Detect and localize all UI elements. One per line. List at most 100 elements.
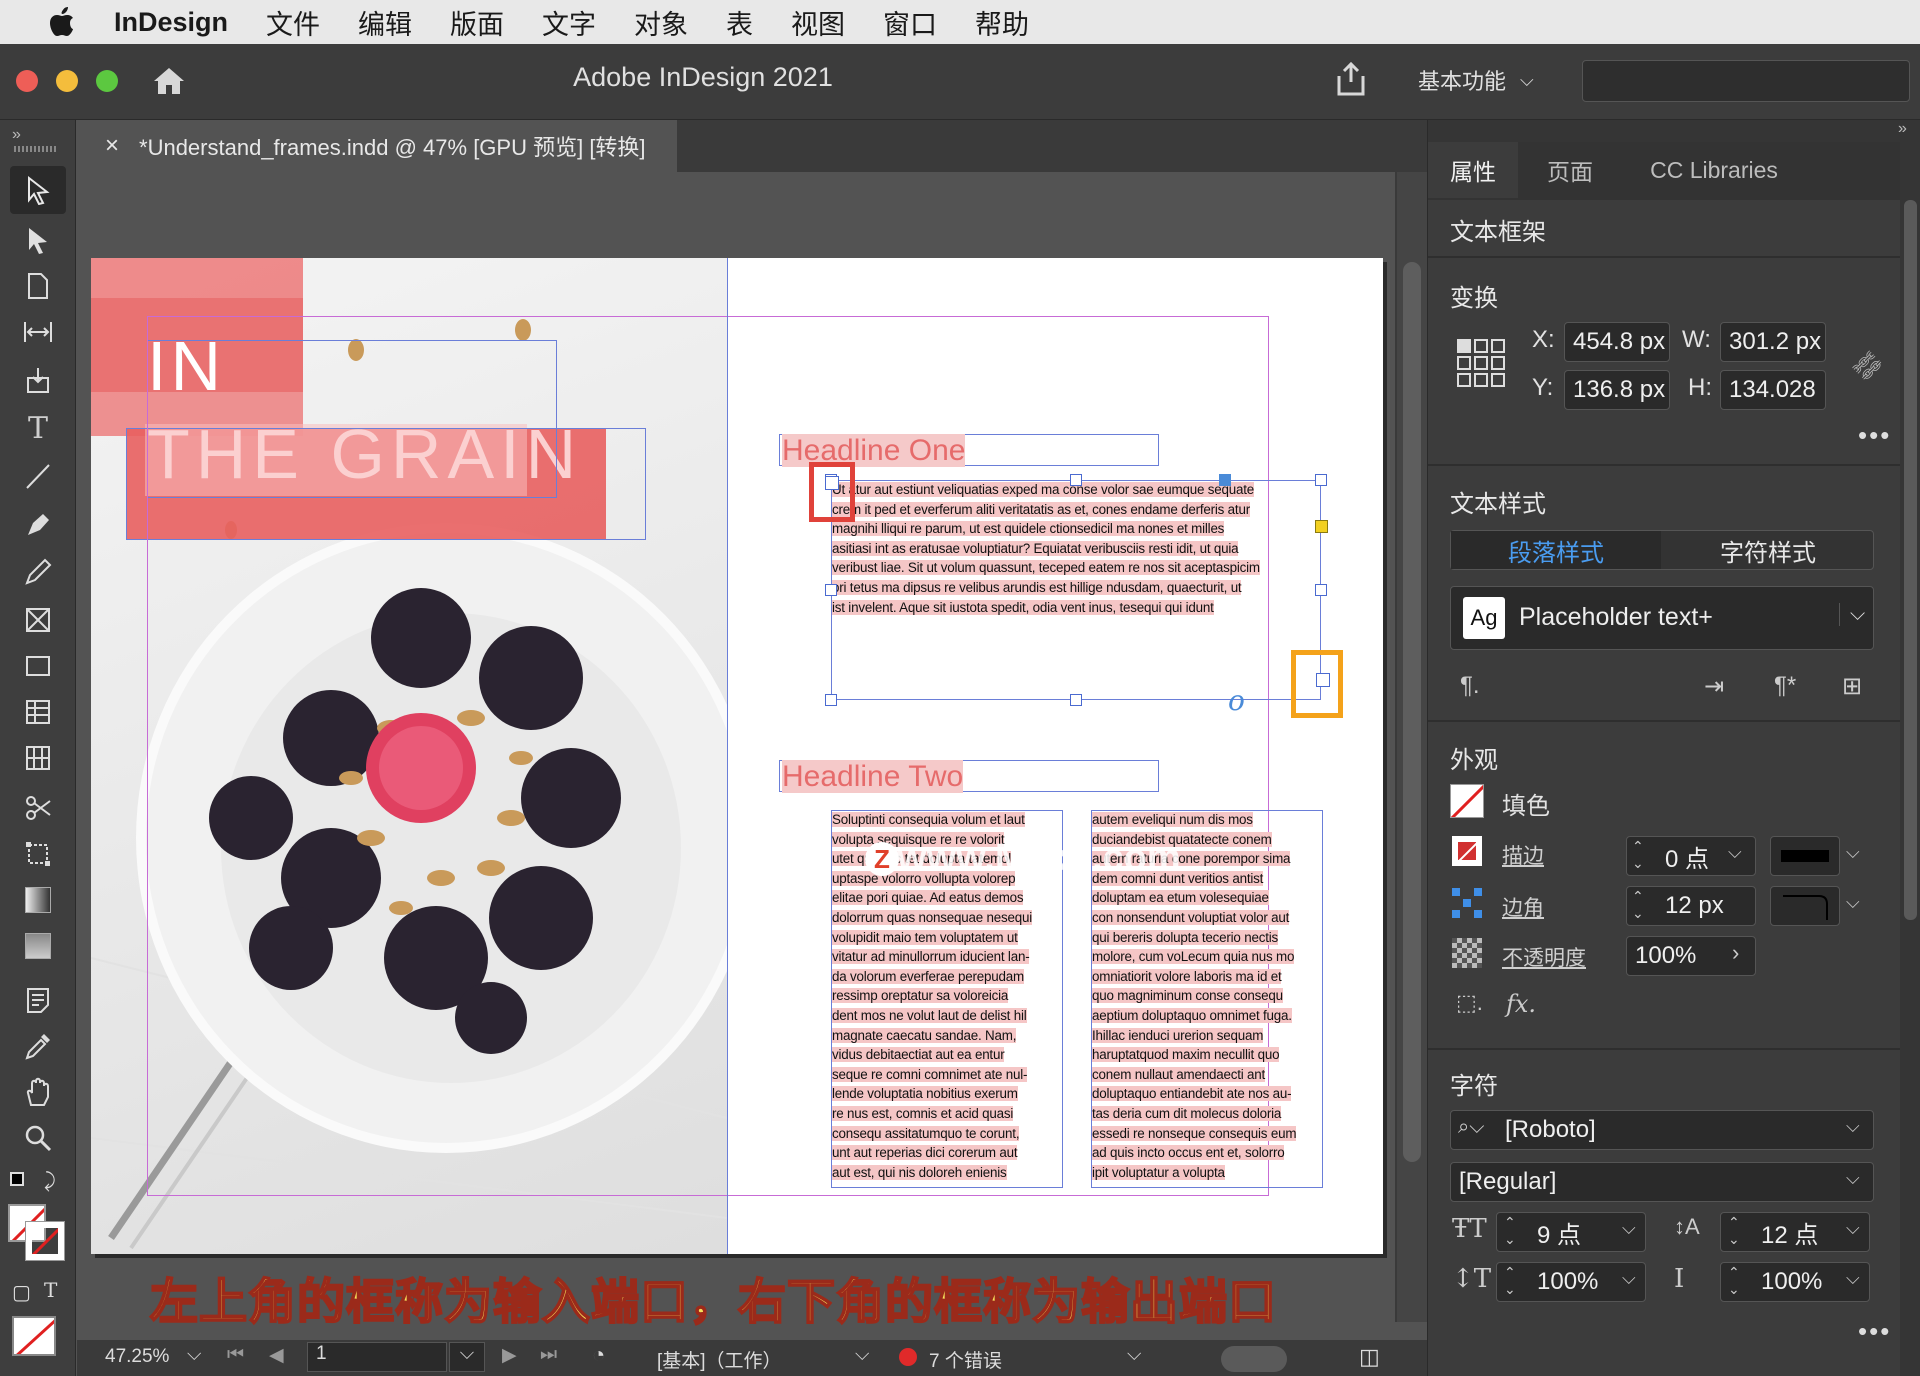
opacity-label[interactable]: 不透明度 xyxy=(1502,942,1586,972)
text-wrap-icon[interactable]: ⬚. xyxy=(1456,990,1483,1016)
pencil-tool-icon[interactable] xyxy=(18,552,58,592)
first-page-icon[interactable]: ⏮ xyxy=(227,1344,244,1366)
chevron-down-icon[interactable]: ⌵ xyxy=(187,1344,201,1366)
free-transform-tool-icon[interactable] xyxy=(18,834,58,874)
constrain-proportions-icon[interactable]: ⛓ xyxy=(1846,345,1888,387)
font-style-dropdown[interactable]: [Regular] xyxy=(1450,1162,1874,1202)
fill-none-icon[interactable] xyxy=(1450,784,1484,818)
effects-icon[interactable]: fx. xyxy=(1506,990,1536,1018)
hand-tool-icon[interactable] xyxy=(18,1072,58,1112)
chevron-down-icon[interactable]: ⌵ xyxy=(1846,1168,1860,1189)
menu-table[interactable]: 表 xyxy=(726,3,753,42)
stepper-icon[interactable]: ⌃ ⌄ xyxy=(1632,838,1644,872)
stepper-icon[interactable]: ⌃ ⌄ xyxy=(1632,888,1644,922)
clear-overrides-icon[interactable]: ¶* xyxy=(1774,672,1796,700)
pen-tool-icon[interactable] xyxy=(18,504,58,544)
chevron-down-icon[interactable]: ⌵ xyxy=(1846,892,1860,913)
chevron-down-icon[interactable]: ⌵ xyxy=(1846,1268,1860,1289)
page-dropdown[interactable]: ⌵ xyxy=(449,1342,485,1372)
x-position-field[interactable]: 454.8 px xyxy=(1564,322,1670,362)
frame-handle[interactable] xyxy=(825,694,837,706)
tab-pages[interactable]: 页面 xyxy=(1520,142,1620,198)
chevron-down-icon[interactable]: ⌵ xyxy=(1846,1218,1860,1239)
stepper-icon[interactable]: ⌃ ⌄ xyxy=(1504,1214,1516,1248)
menu-type[interactable]: 文字 xyxy=(542,3,596,42)
body-text-main[interactable]: Ut atur aut estiunt veliquatias exped ma… xyxy=(832,480,1322,617)
gap-tool-icon[interactable] xyxy=(18,312,58,352)
frame-handle[interactable] xyxy=(1315,584,1327,596)
swap-fill-stroke-icon[interactable]: ⤸ xyxy=(44,1170,56,1193)
chevron-down-icon[interactable]: ⌵ xyxy=(1846,842,1860,863)
corner-shape-dropdown[interactable] xyxy=(1770,886,1840,926)
note-tool-icon[interactable] xyxy=(18,980,58,1020)
chevron-down-icon[interactable]: ⌵ xyxy=(855,1344,869,1366)
corner-label[interactable]: 边角 xyxy=(1502,892,1544,922)
direct-selection-tool-icon[interactable] xyxy=(18,220,58,260)
preflight-profile[interactable]: [基本]（工作） xyxy=(657,1346,782,1373)
y-position-field[interactable]: 136.8 px xyxy=(1564,370,1670,410)
type-tool-icon[interactable]: T xyxy=(18,408,58,448)
reference-point-icon[interactable] xyxy=(1456,338,1506,388)
menu-help[interactable]: 帮助 xyxy=(975,3,1029,42)
stroke-type-dropdown[interactable] xyxy=(1770,836,1840,876)
close-tab-icon[interactable]: × xyxy=(105,132,119,160)
anchored-object-icon[interactable]: o xyxy=(1228,684,1245,717)
document-spread[interactable]: IN THE GRAIN Headline One Ut atur aut es… xyxy=(91,258,1383,1254)
chevron-down-icon[interactable]: ⌵ xyxy=(1622,1218,1636,1239)
more-options-icon[interactable]: ••• xyxy=(1858,420,1891,451)
tab-cc-libraries[interactable]: CC Libraries xyxy=(1624,142,1804,198)
gradient-feather-tool-icon[interactable] xyxy=(18,926,58,966)
corner-radius-field[interactable]: 12 px xyxy=(1626,886,1756,926)
horizontal-scroll-thumb[interactable] xyxy=(1221,1346,1287,1372)
stroke-none-icon[interactable] xyxy=(1452,836,1482,866)
stepper-icon[interactable]: ⌃ ⌄ xyxy=(1728,1264,1740,1298)
error-count[interactable]: 7 个错误 xyxy=(929,1346,1002,1373)
default-fill-stroke-icon[interactable] xyxy=(10,1172,30,1192)
paragraph-style-dropdown[interactable]: Ag Placeholder text+ ⌵ xyxy=(1450,586,1874,650)
menu-edit[interactable]: 编辑 xyxy=(358,3,412,42)
selection-tool-icon[interactable] xyxy=(10,166,66,214)
panel-grip[interactable] xyxy=(14,146,58,152)
more-options-icon[interactable]: ••• xyxy=(1858,1316,1891,1347)
split-layout-icon[interactable]: ◫ xyxy=(1359,1344,1380,1370)
frame-handle[interactable] xyxy=(1315,474,1327,486)
font-family-dropdown[interactable]: [Roboto] xyxy=(1450,1110,1874,1150)
load-styles-icon[interactable]: ⇥ xyxy=(1704,672,1724,701)
paragraph-mark-icon[interactable]: ¶. xyxy=(1460,672,1480,700)
menu-app-name[interactable]: InDesign xyxy=(114,7,228,38)
gradient-swatch-tool-icon[interactable] xyxy=(18,880,58,920)
panel-scrollbar-thumb[interactable] xyxy=(1904,200,1917,920)
collapse-panel-icon[interactable]: » xyxy=(1898,120,1907,138)
apple-icon[interactable] xyxy=(42,7,82,37)
menu-object[interactable]: 对象 xyxy=(634,3,688,42)
chevron-right-icon[interactable]: › xyxy=(1732,940,1739,966)
fill-stroke-swatch[interactable] xyxy=(8,1204,66,1262)
chevron-down-icon[interactable]: ⌵ xyxy=(1846,1116,1860,1137)
eyedropper-tool-icon[interactable] xyxy=(18,1026,58,1066)
zoom-tool-icon[interactable] xyxy=(18,1118,58,1158)
collapse-panel-icon[interactable]: » xyxy=(12,126,21,144)
chevron-down-icon[interactable]: ⌵ xyxy=(1127,1344,1141,1366)
rectangle-tool-icon[interactable] xyxy=(18,646,58,686)
menu-view[interactable]: 视图 xyxy=(791,3,845,42)
anchor-point-handle[interactable] xyxy=(1219,474,1231,486)
document-canvas[interactable]: IN THE GRAIN Headline One Ut atur aut es… xyxy=(77,172,1427,1322)
frame-handle[interactable] xyxy=(1070,474,1082,486)
frame-handle[interactable] xyxy=(1070,694,1082,706)
frame-handle[interactable] xyxy=(825,584,837,596)
headline-two-frame[interactable]: Headline Two xyxy=(779,760,1159,793)
width-field[interactable]: 301.2 px xyxy=(1720,322,1826,362)
character-style-tab[interactable]: 字符样式 xyxy=(1663,531,1873,569)
preflight-icon[interactable]: ◔ xyxy=(592,1342,605,1368)
zoom-level[interactable]: 47.25% xyxy=(105,1346,169,1368)
stroke-label[interactable]: 描边 xyxy=(1502,840,1544,870)
content-collector-icon[interactable] xyxy=(18,360,58,400)
chevron-down-icon[interactable]: ⌵ xyxy=(1728,842,1742,863)
document-tab[interactable]: × *Understand_frames.indd @ 47% [GPU 预览]… xyxy=(77,120,677,172)
search-input[interactable] xyxy=(1582,60,1910,102)
new-style-icon[interactable]: ⊞ xyxy=(1842,672,1862,701)
stepper-icon[interactable]: ⌃ ⌄ xyxy=(1728,1214,1740,1248)
tab-properties[interactable]: 属性 xyxy=(1428,142,1518,198)
menu-window[interactable]: 窗口 xyxy=(883,3,937,42)
scissors-tool-icon[interactable] xyxy=(18,788,58,828)
